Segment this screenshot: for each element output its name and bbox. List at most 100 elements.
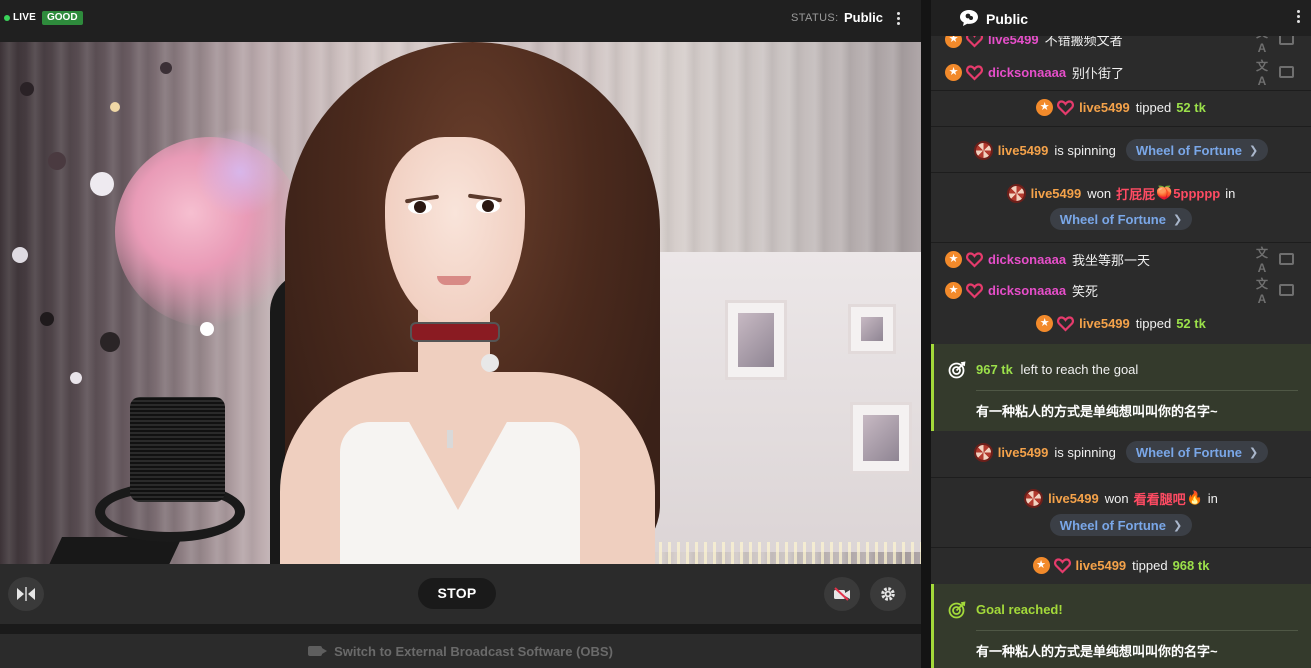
wheel-avatar-icon [1006,183,1026,203]
choker [410,322,500,342]
won-prize-suffix: 5ppppp [1173,185,1221,201]
chat-username[interactable]: dicksonaaaa [988,65,1066,80]
report-flag-icon[interactable] [1279,253,1294,265]
tip-notice: ★ live5499 tipped 968 tk [931,547,1311,584]
settings-button[interactable] [870,577,906,611]
switch-to-obs-button[interactable]: Switch to External Broadcast Software (O… [0,634,921,668]
heart-badge-icon [1053,557,1071,574]
chat-text: 别仆街了 [1072,65,1125,81]
heart-badge-icon [1057,315,1075,332]
flip-camera-button[interactable] [8,577,44,611]
won-prize: 看看腿吧 [1133,491,1186,507]
tip-amount: 968 tk [1172,557,1210,573]
goal-subject: 有一种粘人的方式是单纯想叫叫你的名字~ [976,644,1218,659]
gear-icon [881,587,895,601]
chat-menu-icon[interactable] [1297,10,1301,26]
wheel-avatar-icon [973,140,993,160]
tip-amount: 52 tk [1176,99,1206,115]
tip-amount: 52 tk [1176,315,1206,331]
wheel-of-fortune-link[interactable]: Wheel of Fortune ❯ [1125,139,1269,161]
live-label: LIVE [13,12,37,23]
broadcast-menu-icon[interactable] [897,12,901,28]
video-preview [0,42,921,564]
wheel-avatar-icon [973,442,993,462]
status-label: STATUS: [791,12,839,24]
chevron-right-icon: ❯ [1249,144,1259,157]
star-badge-icon: ★ [945,250,962,268]
live-indicator-icon [4,15,10,21]
heart-badge-icon [966,64,983,81]
chat-username[interactable]: dicksonaaaa [988,283,1066,298]
spin-username[interactable]: live5499 [998,143,1049,158]
report-flag-icon[interactable] [1279,284,1294,296]
spin-username[interactable]: live5499 [998,445,1049,460]
chat-message: ★ dicksonaaaa 笑死 文A [931,274,1311,306]
spin-verb: is spinning [1054,444,1116,460]
tip-username[interactable]: live5499 [1076,558,1127,573]
goal-reached-card: Goal reached! 有一种粘人的方式是单纯想叫叫你的名字~ [931,584,1311,668]
wheel-of-fortune-link[interactable]: Wheel of Fortune ❯ [1125,441,1269,463]
spin-notice: live5499 is spinning Wheel of Fortune ❯ [931,126,1311,172]
star-badge-icon: ★ [945,63,962,81]
won-in: in [1207,490,1218,506]
target-goal-icon [948,601,966,619]
chat-panel: Public ★ live5499 不错搬频文者 文A ★ dicksonaaa… [931,0,1311,668]
star-badge-icon: ★ [1036,314,1054,332]
wheel-avatar-icon [1024,488,1044,508]
target-goal-icon [948,361,966,379]
tip-notice: ★ live5499 tipped 52 tk [931,306,1311,344]
won-username[interactable]: live5499 [1031,186,1082,201]
chat-username[interactable]: dicksonaaaa [988,252,1066,267]
heart-badge-icon [966,251,983,268]
wheel-of-fortune-link[interactable]: Wheel of Fortune ❯ [1049,514,1193,536]
switch-to-obs-label: Switch to External Broadcast Software (O… [334,643,613,659]
broadcast-panel: LIVE GOOD STATUS: Public STOP Switch to … [0,0,921,668]
broadcast-topbar: LIVE GOOD STATUS: Public [0,0,921,42]
won-notice: live5499 won 看看腿吧 🔥 in Wheel of Fortune ❯ [931,477,1311,547]
goal-remaining-text: left to reach the goal [1020,362,1139,377]
goal-reached-text: Goal reached! [976,602,1063,617]
chevron-right-icon: ❯ [1172,519,1183,532]
star-badge-icon: ★ [1036,98,1054,116]
spin-verb: is spinning [1054,142,1116,158]
connection-quality-badge: GOOD [42,11,83,25]
goal-remaining-amount: 967 tk [976,362,1013,377]
tip-username[interactable]: live5499 [1079,100,1130,115]
chat-header: Public [931,0,1311,36]
won-username[interactable]: live5499 [1048,491,1099,506]
tip-notice: ★ live5499 tipped 52 tk [931,90,1311,126]
stop-broadcast-button[interactable]: STOP [418,578,496,609]
goal-subject: 有一种粘人的方式是单纯想叫叫你的名字~ [976,404,1218,419]
wheel-of-fortune-link[interactable]: Wheel of Fortune ❯ [1049,208,1193,230]
chat-bubble-icon [960,10,978,26]
chat-text: 笑死 [1072,283,1099,299]
won-verb: won [1087,185,1112,201]
translate-icon[interactable]: 文A [1255,57,1269,88]
flip-horizontal-icon [17,587,35,601]
goal-progress-card: 967 tk left to reach the goal 有一种粘人的方式是单… [931,344,1311,431]
translate-icon[interactable]: 文A [1255,244,1269,275]
translate-icon[interactable]: 文A [1255,275,1269,306]
tip-verb: tipped [1132,557,1168,573]
status-value[interactable]: Public [844,10,883,25]
camera-settings-button[interactable] [824,577,860,611]
tip-verb: tipped [1135,99,1172,115]
chat-message: ★ dicksonaaaa 我坐等那一天 文A [931,242,1311,275]
chevron-right-icon: ❯ [1249,446,1259,459]
won-notice: live5499 won 打屁屁 🍑 5ppppp in Wheel of Fo… [931,172,1311,242]
heart-badge-icon [966,282,983,299]
broadcast-controls: STOP [0,564,921,624]
tip-username[interactable]: live5499 [1079,316,1130,331]
microphone [130,397,225,502]
report-flag-icon[interactable] [1279,66,1294,78]
won-verb: won [1104,490,1129,506]
video-camera-icon [308,646,328,656]
chat-title: Public [986,11,1029,27]
won-prize: 打屁屁 [1116,186,1156,202]
tip-verb: tipped [1135,315,1172,331]
necklace-pendant [447,430,453,448]
spin-notice: live5499 is spinning Wheel of Fortune ❯ [931,431,1311,477]
won-in: in [1225,185,1236,201]
chat-text: 我坐等那一天 [1072,252,1151,268]
peach-icon: 🍑 [1156,185,1173,200]
